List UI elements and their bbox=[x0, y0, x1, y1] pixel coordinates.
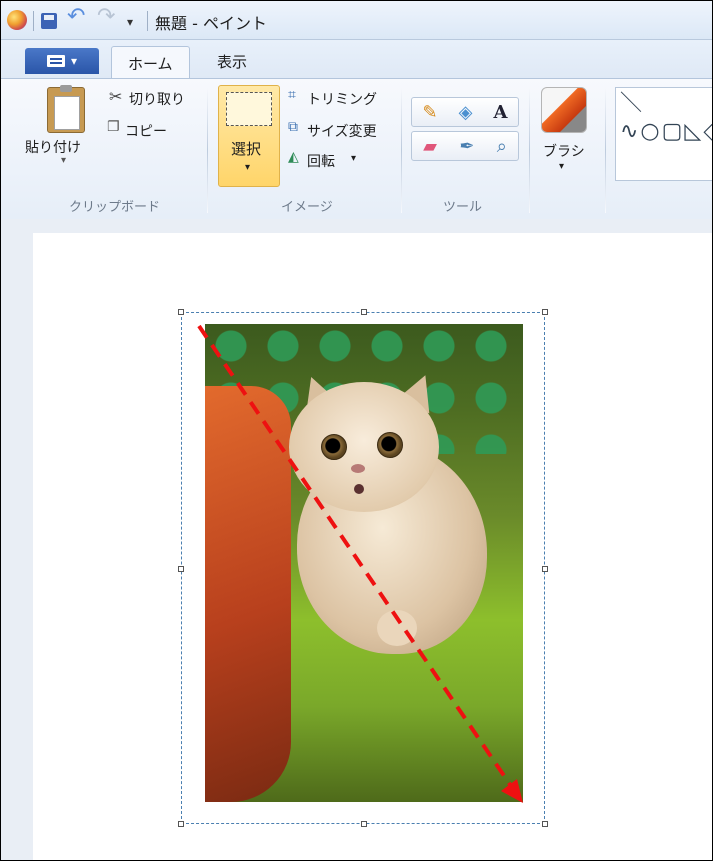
group-separator bbox=[207, 87, 208, 213]
resize-handle-left[interactable] bbox=[178, 566, 184, 572]
paste-dropdown-icon[interactable]: ▾ bbox=[61, 155, 66, 166]
file-menu-button[interactable]: ▾ bbox=[25, 48, 99, 74]
copy-button[interactable]: コピー bbox=[125, 121, 167, 141]
window-title: 無題 - ペイント bbox=[155, 14, 267, 33]
paste-button[interactable]: 貼り付け bbox=[25, 137, 81, 157]
undo-icon[interactable]: ↶ bbox=[67, 4, 85, 29]
brush-button[interactable]: ブラシ bbox=[543, 141, 585, 161]
magnifier-icon[interactable]: ⌕ bbox=[497, 136, 507, 157]
tab-view[interactable]: 表示 bbox=[201, 46, 263, 77]
select-button[interactable]: 選択 ▾ bbox=[218, 85, 280, 187]
tools-row-1: ✎ ◈ A bbox=[411, 97, 519, 127]
paste-icon[interactable] bbox=[47, 85, 85, 133]
title-separator bbox=[147, 11, 148, 31]
ribbon-tab-row: ▾ ホーム 表示 bbox=[1, 40, 712, 79]
rotate-button[interactable]: 回転 bbox=[307, 151, 335, 171]
quick-access-separator bbox=[33, 11, 34, 31]
tools-row-2: ▰ ✒ ⌕ bbox=[411, 131, 519, 161]
select-rectangle-icon bbox=[226, 92, 272, 126]
brush-dropdown-icon[interactable]: ▾ bbox=[559, 161, 564, 172]
ribbon: 貼り付け ▾ ✂ 切り取り ❐ コピー クリップボード 選択 ▾ ⌗ トリミング… bbox=[1, 78, 712, 220]
chevron-down-icon: ▾ bbox=[245, 162, 251, 173]
image-group-label: イメージ bbox=[281, 200, 333, 215]
resize-handle-right[interactable] bbox=[542, 566, 548, 572]
resize-handle-bottom-left[interactable] bbox=[178, 821, 184, 827]
crop-button[interactable]: トリミング bbox=[307, 89, 377, 109]
copy-icon: ❐ bbox=[107, 119, 120, 135]
text-icon[interactable]: A bbox=[494, 102, 508, 123]
quick-access-dropdown-icon[interactable]: ▾ bbox=[127, 11, 133, 33]
paint-window: ↶ ↷ ▾ 無題 - ペイント ▾ ホーム 表示 貼り付け ▾ ✂ 切り取り ❐… bbox=[0, 0, 713, 861]
chevron-down-icon: ▾ bbox=[70, 54, 78, 68]
clipboard-group-label: クリップボード bbox=[69, 200, 161, 215]
resize-handle-bottom[interactable] bbox=[361, 821, 367, 827]
group-separator bbox=[605, 87, 606, 213]
tab-home[interactable]: ホーム bbox=[111, 46, 190, 79]
group-separator bbox=[529, 87, 530, 213]
fill-icon[interactable]: ◈ bbox=[459, 102, 473, 123]
cut-button[interactable]: 切り取り bbox=[129, 89, 185, 109]
rotate-dropdown-icon[interactable]: ▾ bbox=[351, 153, 356, 164]
eraser-icon[interactable]: ▰ bbox=[423, 136, 437, 157]
tools-panel: ✎ ◈ A ▰ ✒ ⌕ bbox=[411, 97, 519, 161]
resize-handle-top[interactable] bbox=[361, 309, 367, 315]
color-picker-icon[interactable]: ✒ bbox=[459, 136, 474, 157]
resize-handle-top-right[interactable] bbox=[542, 309, 548, 315]
brush-icon[interactable] bbox=[541, 87, 587, 133]
paint-app-icon[interactable] bbox=[7, 10, 27, 30]
redo-icon[interactable]: ↷ bbox=[97, 4, 115, 29]
resize-icon: ⧉ bbox=[288, 119, 298, 135]
pencil-icon[interactable]: ✎ bbox=[423, 102, 438, 123]
save-icon[interactable] bbox=[41, 13, 57, 29]
scissors-icon: ✂ bbox=[109, 87, 123, 106]
select-label: 選択 bbox=[231, 140, 262, 158]
resize-button[interactable]: サイズ変更 bbox=[307, 121, 377, 141]
selection-rectangle[interactable] bbox=[178, 309, 548, 827]
title-bar: ↶ ↷ ▾ 無題 - ペイント bbox=[1, 1, 712, 40]
crop-icon: ⌗ bbox=[288, 87, 296, 103]
group-separator bbox=[401, 87, 402, 213]
resize-handle-top-left[interactable] bbox=[178, 309, 184, 315]
tools-group-label: ツール bbox=[443, 200, 483, 215]
shapes-gallery[interactable]: ＼∿○▢◺◇⬠⬡⇩✧☆✶ bbox=[615, 87, 712, 181]
rotate-icon: ◭ bbox=[288, 149, 299, 165]
menu-icon bbox=[46, 55, 65, 67]
resize-handle-bottom-right[interactable] bbox=[542, 821, 548, 827]
